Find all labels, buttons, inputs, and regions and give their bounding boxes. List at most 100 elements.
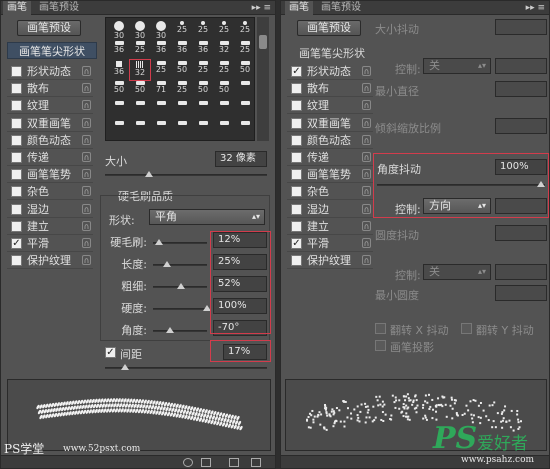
slider-handle[interactable] bbox=[155, 239, 163, 245]
brush-preset-cell[interactable] bbox=[214, 120, 234, 140]
brush-tip-shape-item[interactable]: 画笔笔尖形状 bbox=[287, 45, 377, 61]
brush-preset-cell[interactable]: 25 bbox=[151, 60, 171, 80]
slider-handle[interactable] bbox=[145, 171, 153, 177]
category-item[interactable]: 传递 ∩ bbox=[7, 149, 93, 166]
brush-preset-cell[interactable] bbox=[214, 100, 234, 120]
category-checkbox[interactable] bbox=[291, 134, 302, 146]
lock-icon[interactable]: ∩ bbox=[82, 117, 91, 128]
brush-preset-cell[interactable]: 25 bbox=[172, 20, 192, 40]
lock-icon[interactable]: ∩ bbox=[362, 203, 371, 214]
brush-preset-cell[interactable]: 30 bbox=[130, 20, 150, 40]
category-item[interactable]: 建立 ∩ bbox=[287, 218, 373, 235]
category-checkbox[interactable] bbox=[291, 203, 302, 215]
category-item[interactable]: 纹理 ∩ bbox=[7, 97, 93, 115]
brush-preset-grid[interactable]: 30 30 30 25 25 25 25 36 25 36 36 36 32 25 36 32 25 50 25 25… bbox=[105, 17, 255, 141]
brush-preset-cell[interactable]: 25 bbox=[193, 20, 213, 40]
category-checkbox[interactable] bbox=[11, 100, 22, 112]
brush-preset-cell[interactable]: 36 bbox=[151, 40, 171, 60]
category-item[interactable]: 颜色动态 ∩ bbox=[287, 132, 373, 149]
tilt-scale-input[interactable] bbox=[495, 118, 547, 134]
grid-icon[interactable] bbox=[201, 458, 211, 467]
brush-preset-cell[interactable]: 32 bbox=[214, 40, 234, 60]
panel-menu-icon[interactable]: ▸▸ ≡ bbox=[252, 1, 271, 15]
category-item[interactable]: 杂色 ∩ bbox=[7, 183, 93, 201]
min-diameter-input[interactable] bbox=[495, 81, 547, 97]
lock-icon[interactable]: ∩ bbox=[362, 186, 371, 197]
brush-preset-cell[interactable]: 50 bbox=[109, 80, 129, 100]
lock-icon[interactable]: ∩ bbox=[82, 203, 91, 214]
flip-x-checkbox[interactable] bbox=[375, 323, 386, 334]
brush-preset-cell[interactable]: 30 bbox=[109, 20, 129, 40]
category-item[interactable]: 建立 ∩ bbox=[7, 218, 93, 235]
toggle-live-tip-icon[interactable] bbox=[183, 458, 193, 467]
category-checkbox[interactable]: ✓ bbox=[291, 238, 302, 249]
roundness-jitter-input[interactable] bbox=[495, 225, 547, 241]
brush-preset-cell[interactable]: 30 bbox=[151, 20, 171, 40]
lock-icon[interactable]: ∩ bbox=[362, 134, 371, 145]
param-slider[interactable] bbox=[153, 283, 207, 289]
category-item[interactable]: 保护纹理 ∩ bbox=[287, 252, 373, 270]
brush-preset-cell[interactable] bbox=[109, 100, 129, 120]
category-item[interactable]: 双重画笔 ∩ bbox=[7, 115, 93, 132]
size-slider[interactable] bbox=[105, 171, 267, 177]
min-roundness-input[interactable] bbox=[495, 285, 547, 301]
brush-preset-cell[interactable] bbox=[193, 100, 213, 120]
size-control-input[interactable] bbox=[495, 58, 547, 74]
brush-preset-cell[interactable] bbox=[172, 120, 192, 140]
panel-menu-icon[interactable]: ▸▸ ≡ bbox=[526, 1, 545, 15]
category-checkbox[interactable] bbox=[291, 169, 302, 181]
param-slider[interactable] bbox=[153, 305, 211, 311]
brush-preset-cell[interactable] bbox=[193, 120, 213, 140]
category-item[interactable]: 纹理 ∩ bbox=[287, 97, 373, 115]
brush-preset-cell[interactable]: 36 bbox=[109, 60, 129, 80]
brush-preset-cell[interactable]: 50 bbox=[235, 60, 255, 80]
brush-projection-checkbox[interactable] bbox=[375, 340, 386, 351]
category-item[interactable]: 双重画笔 ∩ bbox=[287, 115, 373, 132]
lock-icon[interactable]: ∩ bbox=[82, 220, 91, 231]
category-checkbox[interactable] bbox=[291, 186, 302, 198]
brush-preset-cell[interactable] bbox=[235, 100, 255, 120]
brush-preset-cell[interactable]: 25 bbox=[214, 60, 234, 80]
brush-preset-cell[interactable] bbox=[109, 120, 129, 140]
brush-preset-cell[interactable] bbox=[172, 100, 192, 120]
angle-jitter-input[interactable]: 100% bbox=[495, 159, 547, 175]
brush-preset-cell[interactable]: 36 bbox=[172, 40, 192, 60]
size-jitter-input[interactable] bbox=[495, 19, 547, 35]
category-item[interactable]: 保护纹理 ∩ bbox=[7, 252, 93, 270]
slider-handle[interactable] bbox=[177, 283, 185, 289]
slider-handle[interactable] bbox=[163, 261, 171, 267]
shape-select[interactable]: 平角 ▴▾ bbox=[149, 209, 265, 225]
brush-preset-cell[interactable] bbox=[235, 120, 255, 140]
lock-icon[interactable]: ∩ bbox=[362, 83, 371, 94]
brush-preset-cell[interactable] bbox=[130, 120, 150, 140]
category-item[interactable]: 画笔笔势 ∩ bbox=[7, 166, 93, 184]
category-checkbox[interactable] bbox=[11, 220, 22, 232]
brush-presets-button[interactable]: 画笔预设 bbox=[17, 20, 81, 36]
category-checkbox[interactable] bbox=[11, 134, 22, 146]
category-checkbox[interactable]: ✓ bbox=[11, 238, 22, 249]
grid-scrollbar[interactable] bbox=[257, 17, 269, 141]
category-checkbox[interactable] bbox=[11, 169, 22, 181]
brush-preset-cell[interactable]: 50 bbox=[130, 80, 150, 100]
new-brush-icon[interactable] bbox=[229, 458, 239, 467]
tab-brush[interactable]: 画笔 bbox=[285, 1, 313, 15]
category-checkbox[interactable] bbox=[11, 152, 22, 163]
category-item[interactable]: 散布 ∩ bbox=[7, 80, 93, 98]
brush-preset-cell[interactable] bbox=[151, 100, 171, 120]
lock-icon[interactable]: ∩ bbox=[82, 186, 91, 197]
brush-preset-cell[interactable]: 25 bbox=[235, 40, 255, 60]
brush-preset-cell[interactable]: 25 bbox=[214, 20, 234, 40]
category-item[interactable]: 杂色 ∩ bbox=[287, 183, 373, 201]
brush-preset-cell[interactable]: 71 bbox=[151, 80, 171, 100]
brush-preset-cell[interactable] bbox=[235, 80, 255, 100]
category-item[interactable]: 传递 ∩ bbox=[287, 149, 373, 166]
category-checkbox[interactable] bbox=[291, 255, 302, 267]
category-item[interactable]: 湿边 ∩ bbox=[287, 201, 373, 218]
category-item[interactable]: 散布 ∩ bbox=[287, 80, 373, 98]
brush-preset-cell[interactable]: 36 bbox=[193, 40, 213, 60]
category-item[interactable]: 湿边 ∩ bbox=[7, 201, 93, 218]
category-item[interactable]: ✓ 平滑 ∩ bbox=[7, 235, 93, 252]
category-checkbox[interactable] bbox=[11, 117, 22, 129]
brush-preset-cell[interactable]: 25 bbox=[172, 80, 192, 100]
param-slider[interactable] bbox=[153, 239, 207, 245]
